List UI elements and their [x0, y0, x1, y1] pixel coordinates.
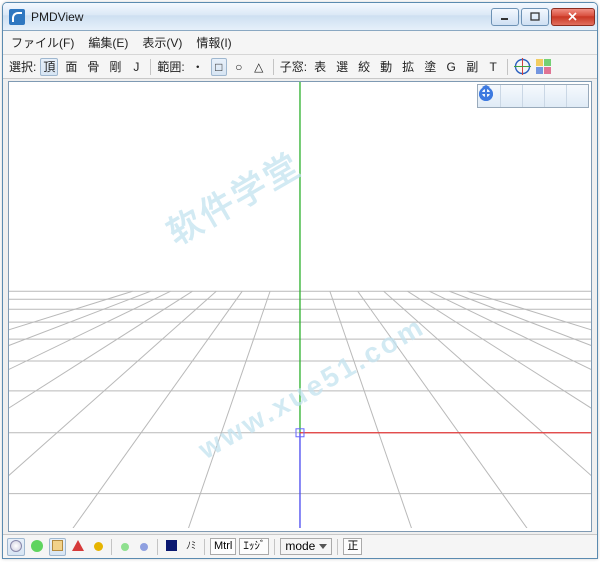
app-icon — [9, 9, 25, 25]
separator — [204, 539, 205, 555]
close-button[interactable] — [551, 8, 595, 26]
rotate-z-tool-icon[interactable] — [544, 85, 566, 107]
range-label: 範囲: — [157, 58, 184, 75]
chevron-down-icon — [319, 544, 327, 549]
child-paint-button[interactable]: 塗 — [421, 58, 439, 76]
display-mode4-button[interactable] — [69, 538, 87, 556]
color-square-button[interactable] — [163, 538, 180, 556]
menu-view[interactable]: 表示(V) — [142, 34, 182, 51]
seikaku-button[interactable]: 正 — [343, 538, 362, 555]
child-select-button[interactable]: 選 — [333, 58, 351, 76]
bottom-toolbar: ﾉﾐ Mtrl ｴｯｼﾞ mode 正 — [3, 534, 597, 558]
menu-bar: ファイル(F) 編集(E) 表示(V) 情報(I) — [3, 31, 597, 55]
normal-button[interactable]: ﾉﾐ — [183, 538, 199, 556]
select-j-button[interactable]: J — [128, 58, 144, 76]
separator — [274, 539, 275, 555]
childwin-label: 子窓: — [280, 58, 307, 75]
select-rigid-button[interactable]: 剛 — [106, 58, 124, 76]
select-label: 選択: — [9, 58, 36, 75]
viewport-canvas — [9, 82, 591, 528]
range-circle-button[interactable]: ○ — [231, 58, 247, 76]
child-sub-button[interactable]: 副 — [463, 58, 481, 76]
rotate-x-tool-icon[interactable] — [500, 85, 522, 107]
reset-view-tool-icon[interactable] — [566, 85, 588, 107]
range-point-button[interactable]: ・ — [189, 58, 207, 76]
maximize-button[interactable] — [521, 8, 549, 26]
select-bone-button[interactable]: 骨 — [84, 58, 102, 76]
separator — [157, 539, 158, 555]
viewport-3d[interactable]: 软件学堂 www.xue51.com — [8, 81, 592, 532]
separator — [337, 539, 338, 555]
range-box-button[interactable]: □ — [211, 58, 227, 76]
material-button[interactable]: Mtrl — [210, 538, 236, 555]
child-move-button[interactable]: 動 — [377, 58, 395, 76]
blue-dot-button[interactable] — [136, 538, 152, 556]
child-narrow-button[interactable]: 絞 — [355, 58, 373, 76]
mode-dropdown[interactable]: mode — [280, 538, 332, 555]
child-t-button[interactable]: T — [485, 58, 501, 76]
separator — [111, 539, 112, 555]
child-expand-button[interactable]: 拡 — [399, 58, 417, 76]
display-mode1-button[interactable] — [7, 538, 25, 556]
separator — [150, 59, 151, 75]
display-mode5-button[interactable] — [90, 538, 106, 556]
app-window: PMDView ファイル(F) 編集(E) 表示(V) 情報(I) 選択: 頂 … — [2, 2, 598, 559]
toolbar: 選択: 頂 面 骨 剛 J 範囲: ・ □ ○ △ 子窓: 表 選 絞 動 拡 … — [3, 55, 597, 79]
child-table-button[interactable]: 表 — [311, 58, 329, 76]
menu-file[interactable]: ファイル(F) — [11, 34, 74, 51]
gizmo-grid-icon[interactable] — [535, 58, 552, 75]
select-vertex-button[interactable]: 頂 — [40, 58, 58, 76]
display-mode2-button[interactable] — [28, 538, 46, 556]
rotate-y-tool-icon[interactable] — [522, 85, 544, 107]
viewport-float-tools — [477, 84, 589, 108]
menu-edit[interactable]: 編集(E) — [88, 34, 128, 51]
child-g-button[interactable]: G — [443, 58, 459, 76]
edge-button[interactable]: ｴｯｼﾞ — [239, 538, 269, 555]
separator — [273, 59, 274, 75]
minimize-button[interactable] — [491, 8, 519, 26]
select-face-button[interactable]: 面 — [62, 58, 80, 76]
display-mode3-button[interactable] — [49, 538, 66, 556]
titlebar[interactable]: PMDView — [3, 3, 597, 31]
window-buttons — [491, 8, 595, 26]
window-title: PMDView — [31, 10, 491, 24]
range-tri-button[interactable]: △ — [251, 58, 267, 76]
green-dot-button[interactable] — [117, 538, 133, 556]
mode-label: mode — [285, 539, 315, 554]
separator — [507, 59, 508, 75]
gizmo-circle-icon[interactable] — [514, 58, 531, 75]
menu-info[interactable]: 情報(I) — [196, 34, 231, 51]
